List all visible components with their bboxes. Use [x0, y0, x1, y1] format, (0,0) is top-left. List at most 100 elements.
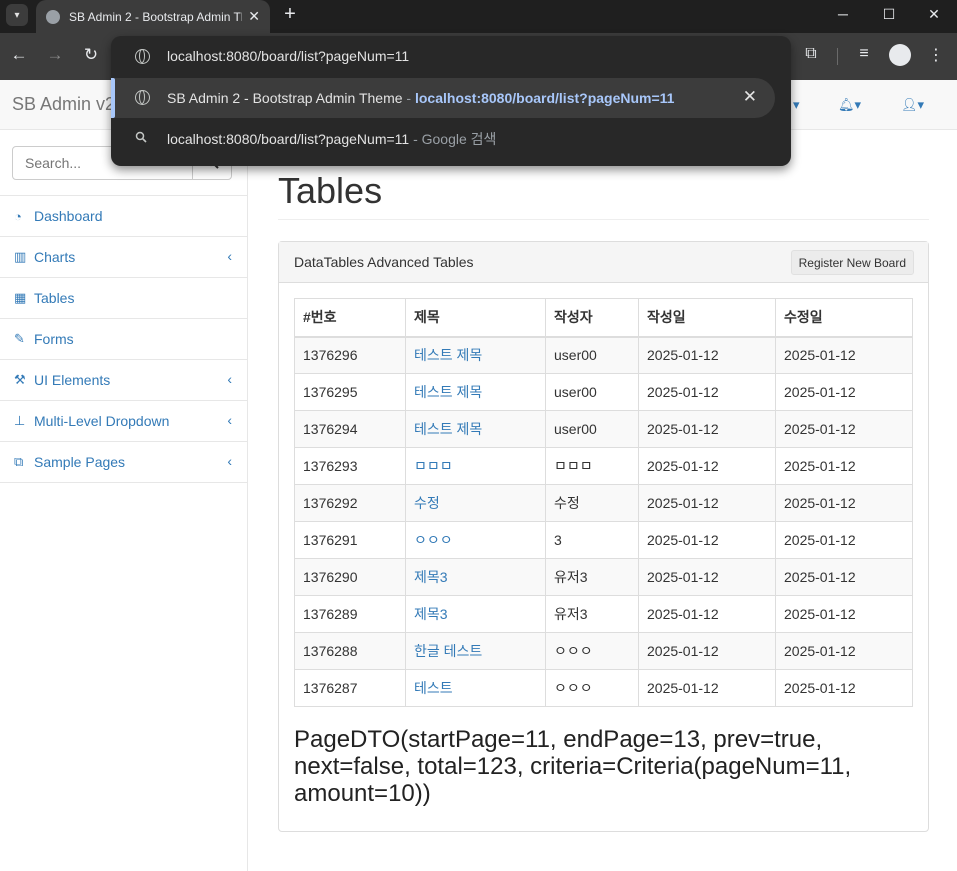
globe-icon [135, 90, 150, 105]
table-row: 1376287 테스트 ㅇㅇㅇ 2025-01-12 2025-01-12 [294, 669, 913, 707]
table-header-row: #번호 제목 작성자 작성일 수정일 [294, 298, 913, 338]
bar-chart-icon: ▥ [14, 249, 27, 264]
page-dto-text: PageDTO(startPage=11, endPage=13, prev=t… [294, 726, 852, 807]
table-body: 1376296 테스트 제목 user00 2025-01-12 2025-01-12 1… [294, 336, 913, 707]
cell-updatedate: 2025-01-12 [775, 373, 913, 411]
sidebar-item-charts[interactable]: ▥ Charts ‹ [0, 237, 247, 278]
suggestion-url: localhost:8080/board/list?pageNum=11 [414, 90, 675, 106]
sidebar-item-dashboard[interactable]: ◔ Dashboard [0, 196, 247, 237]
chevron-left-icon: ‹ [227, 412, 232, 428]
cell-regdate: 2025-01-12 [638, 558, 776, 596]
media-queue-icon[interactable]: ≡ [853, 45, 875, 63]
cell-title: ㅇㅇㅇ [405, 521, 546, 559]
sidebar-item-label: Multi-Level Dropdown [34, 413, 170, 429]
cell-updatedate: 2025-01-12 [775, 632, 913, 670]
column-header-writer: 작성자 [545, 298, 639, 338]
cell-number: 1376292 [294, 484, 406, 522]
board-title-link[interactable]: 제목3 [414, 606, 448, 622]
cell-regdate: 2025-01-12 [638, 336, 776, 374]
table-row: 1376293 ㅁㅁㅁ ㅁㅁㅁ 2025-01-12 2025-01-12 [294, 447, 913, 485]
table-icon: ▦ [14, 290, 27, 305]
omnibox-suggestion-selected[interactable]: SB Admin 2 - Bootstrap Admin Theme - loc… [111, 78, 775, 118]
board-title-link[interactable]: ㅁㅁㅁ [414, 458, 453, 474]
chevron-left-icon: ‹ [227, 371, 232, 387]
page-header-divider [278, 219, 929, 220]
tab-title: SB Admin 2 - Bootstrap Admin Theme [69, 9, 242, 24]
cell-updatedate: 2025-01-12 [775, 669, 913, 707]
user-menu-icon[interactable]: 👤︎▾ [901, 97, 924, 113]
board-title-link[interactable]: 테스트 제목 [414, 421, 482, 437]
column-header-number: #번호 [294, 298, 406, 338]
omnibox-dropdown: localhost:8080/board/list?pageNum=11 SB … [111, 36, 791, 166]
sitemap-icon: ⊥ [14, 413, 26, 428]
board-title-link[interactable]: 수정 [414, 495, 440, 511]
new-tab-icon[interactable]: + [280, 3, 300, 26]
back-icon[interactable]: ← [8, 45, 30, 65]
menu-kebab-icon[interactable]: ⋮ [925, 45, 947, 65]
search-query: localhost:8080/board/list?pageNum=11 [167, 131, 410, 147]
board-title-link[interactable]: 테스트 제목 [414, 384, 482, 400]
selection-indicator [111, 78, 115, 118]
cell-updatedate: 2025-01-12 [775, 447, 913, 485]
maximize-icon[interactable]: ☐ [866, 0, 912, 28]
cell-updatedate: 2025-01-12 [775, 484, 913, 522]
sidebar-item-forms[interactable]: ✎ Forms [0, 319, 247, 360]
cell-writer: 유저3 [545, 558, 639, 596]
globe-icon [135, 49, 150, 64]
cell-regdate: 2025-01-12 [638, 632, 776, 670]
window-close-icon[interactable]: ✕ [911, 0, 957, 28]
board-title-link[interactable]: 테스트 [414, 680, 453, 696]
sidebar-item-label: UI Elements [34, 372, 111, 388]
board-title-link[interactable]: 제목3 [414, 569, 448, 585]
chevron-left-icon: ‹ [227, 453, 232, 469]
table-row: 1376296 테스트 제목 user00 2025-01-12 2025-01-12 [294, 336, 913, 374]
cell-regdate: 2025-01-12 [638, 521, 776, 559]
sidebar-item-label: Forms [34, 331, 74, 347]
omnibox-input[interactable]: localhost:8080/board/list?pageNum=11 [167, 48, 409, 64]
profile-avatar-icon[interactable] [889, 44, 911, 66]
cell-number: 1376290 [294, 558, 406, 596]
search-engine-suffix: - Google 검색 [409, 131, 497, 147]
table-row: 1376288 한글 테스트 ㅇㅇㅇ 2025-01-12 2025-01-12 [294, 632, 913, 670]
omnibox-input-row[interactable]: localhost:8080/board/list?pageNum=11 [111, 36, 791, 78]
cell-regdate: 2025-01-12 [638, 595, 776, 633]
browser-tab[interactable]: SB Admin 2 - Bootstrap Admin Theme ✕ [36, 0, 270, 33]
cell-title: 테스트 제목 [405, 410, 546, 448]
alerts-bell-icon[interactable]: 🔔︎▾ [838, 97, 861, 113]
edit-icon: ✎ [14, 331, 25, 346]
sidebar-item-sample-pages[interactable]: ⧉ Sample Pages ‹ [0, 442, 247, 483]
minimize-icon[interactable]: ─ [820, 0, 866, 28]
table-row: 1376291 ㅇㅇㅇ 3 2025-01-12 2025-01-12 [294, 521, 913, 559]
cell-number: 1376288 [294, 632, 406, 670]
cell-number: 1376287 [294, 669, 406, 707]
extensions-icon[interactable]: ⧉ [800, 45, 822, 63]
register-new-board-button[interactable]: Register New Board [790, 250, 914, 275]
tab-close-icon[interactable]: ✕ [248, 8, 260, 25]
tasks-dropdown-caret-icon[interactable]: ▾ [793, 97, 800, 113]
app-brand[interactable]: SB Admin v2 [12, 94, 115, 115]
cell-regdate: 2025-01-12 [638, 373, 776, 411]
remove-suggestion-icon[interactable]: ✕ [743, 87, 757, 107]
cell-writer: user00 [545, 336, 639, 374]
suggestion-title: SB Admin 2 - Bootstrap Admin Theme [167, 90, 403, 106]
panel-title: DataTables Advanced Tables [294, 254, 474, 270]
sidebar-item-ui-elements[interactable]: ⚒ UI Elements ‹ [0, 360, 247, 401]
sidebar: ◔ Dashboard ▥ Charts ‹ ▦ Tables ✎ Forms ⚒ UI E… [0, 130, 248, 871]
cell-number: 1376293 [294, 447, 406, 485]
cell-number: 1376291 [294, 521, 406, 559]
cell-updatedate: 2025-01-12 [775, 521, 913, 559]
sidebar-item-multi-level-dropdown[interactable]: ⊥ Multi-Level Dropdown ‹ [0, 401, 247, 442]
chevron-left-icon: ‹ [227, 248, 232, 264]
column-header-updatedate: 수정일 [775, 298, 913, 338]
sidebar-item-tables[interactable]: ▦ Tables [0, 278, 247, 319]
forward-icon[interactable]: → [44, 45, 66, 65]
board-title-link[interactable]: ㅇㅇㅇ [414, 532, 453, 548]
cell-title: 한글 테스트 [405, 632, 546, 670]
suggestion-text: SB Admin 2 - Bootstrap Admin Theme - loc… [167, 90, 674, 106]
board-title-link[interactable]: 테스트 제목 [414, 347, 482, 363]
board-title-link[interactable]: 한글 테스트 [414, 643, 482, 659]
tab-search-chevron-icon[interactable]: ▾ [6, 4, 28, 26]
omnibox-suggestion-search[interactable]: localhost:8080/board/list?pageNum=11 - G… [111, 118, 791, 158]
reload-icon[interactable]: ↻ [80, 45, 102, 65]
panel-heading: DataTables Advanced Tables Register New … [279, 242, 928, 283]
